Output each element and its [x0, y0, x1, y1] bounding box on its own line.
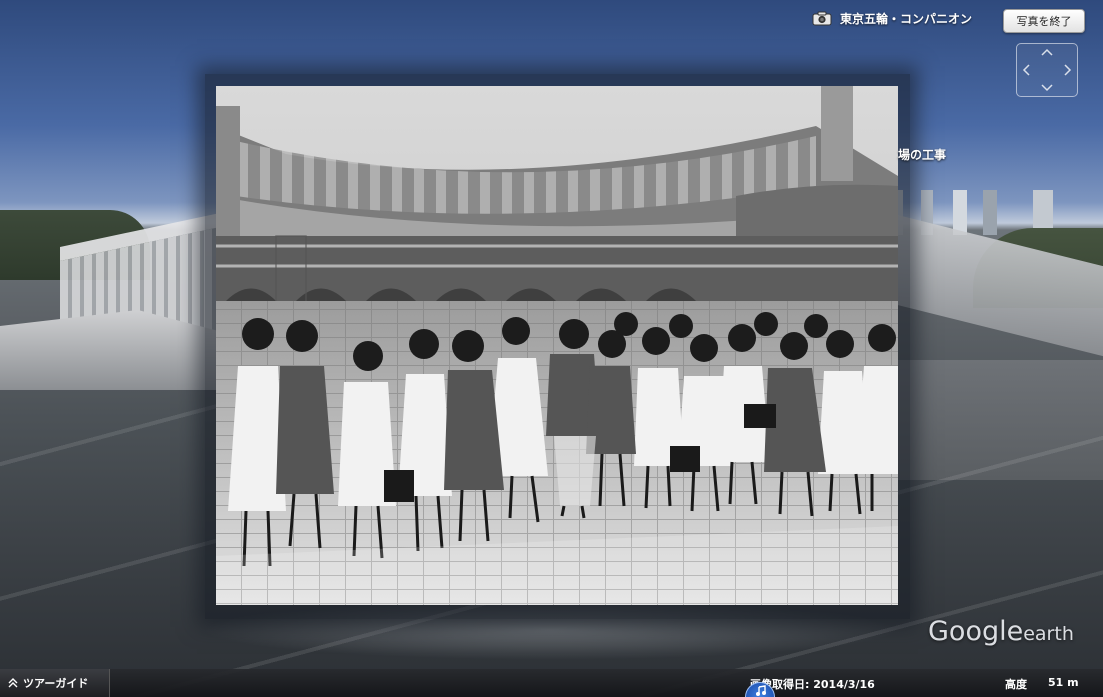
earth-viewport[interactable]: 東京五輪・コンパニオン 写真を終了 場の工事 Googleearth ツアーガイ… — [0, 0, 1103, 697]
google-earth-logo-earth: earth — [1023, 623, 1074, 645]
status-bar: ツアーガイド 画像取得日: 2014/3/16 高度 51 m — [0, 669, 1103, 697]
google-earth-logo-google: Google — [928, 616, 1024, 647]
camera-icon — [812, 11, 832, 26]
altitude-value: 51 m — [1048, 676, 1079, 689]
altitude-label: 高度 — [1005, 678, 1027, 691]
navigation-control[interactable] — [1016, 43, 1078, 97]
tour-title: 東京五輪・コンパニオン — [812, 10, 972, 27]
google-earth-logo: Googleearth — [928, 616, 1074, 647]
chevron-up-icon — [8, 678, 18, 688]
historic-photo-image — [216, 86, 898, 605]
tour-title-text: 東京五輪・コンパニオン — [840, 12, 973, 26]
tour-guide-label: ツアーガイド — [23, 677, 89, 690]
tour-guide-button[interactable]: ツアーガイド — [0, 669, 110, 697]
historic-photo[interactable] — [216, 86, 898, 605]
exit-photo-button[interactable]: 写真を終了 — [1003, 9, 1085, 33]
photo-side-caption: 場の工事 — [898, 148, 947, 162]
